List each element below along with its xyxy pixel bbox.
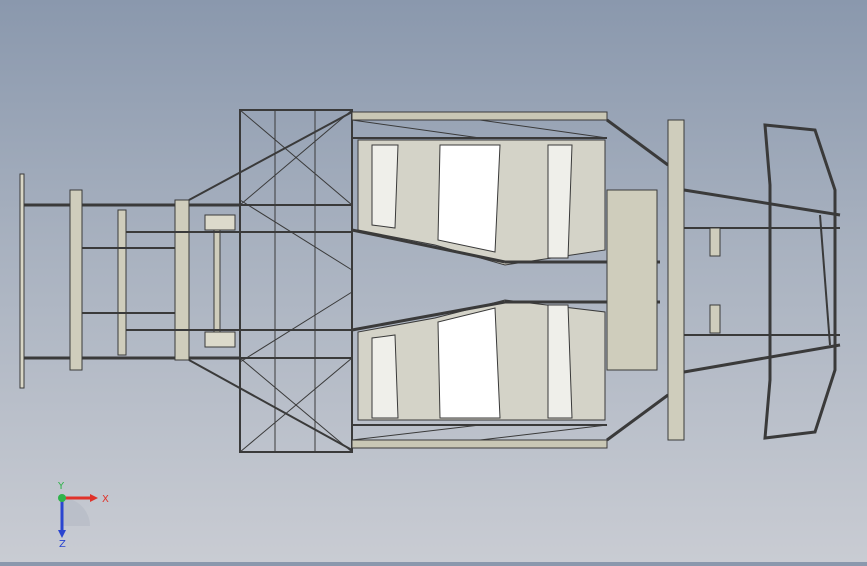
axis-triad: X Y Z [40,478,130,550]
z-axis-label: Z [59,539,66,548]
x-axis-label: X [102,494,109,505]
front-crossmember [667,119,685,441]
front-bulkhead [606,189,658,371]
cad-viewport[interactable] [0,0,867,562]
chassis-model[interactable] [0,0,867,562]
main-hoop-frame [239,109,353,453]
y-axis-label: Y [57,481,65,492]
rear-bumper-bar [19,173,25,389]
triad-plane-icon [62,498,90,526]
rear-crossmember [69,189,83,371]
y-axis-dot-icon [58,494,66,502]
